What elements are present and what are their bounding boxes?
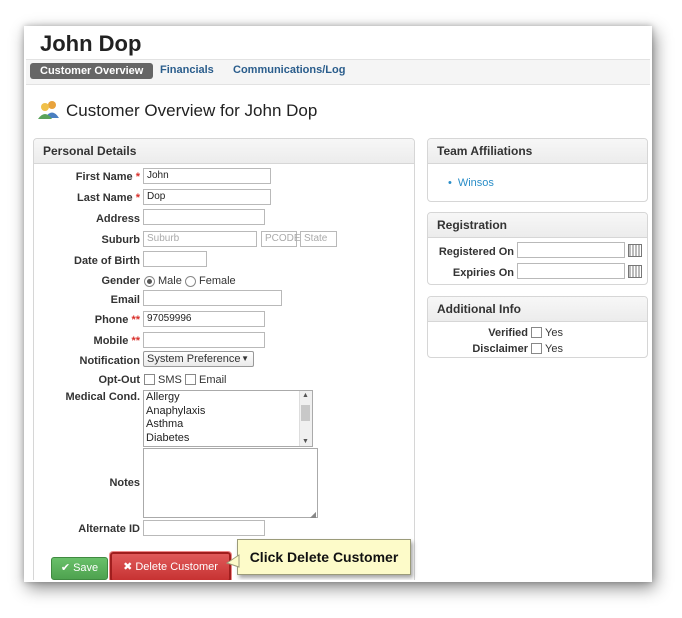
- delete-customer-button[interactable]: ✖ Delete Customer: [110, 552, 231, 580]
- notification-select[interactable]: System Preference ▼: [143, 351, 254, 367]
- registration-title: Registration: [428, 213, 647, 238]
- resize-handle-icon[interactable]: ◢: [310, 510, 316, 519]
- suburb-label: Suburb: [101, 234, 141, 246]
- opt-out-sms-checkbox[interactable]: [144, 374, 155, 385]
- notes-label: Notes: [109, 477, 140, 489]
- scroll-up-icon[interactable]: ▲: [302, 392, 309, 399]
- disclaimer-label: Disclaimer: [472, 343, 528, 355]
- state-field[interactable]: State: [300, 231, 337, 247]
- gender-label: Gender: [101, 275, 140, 287]
- first-name-field[interactable]: John: [143, 168, 271, 184]
- registered-on-label: Registered On: [438, 246, 514, 258]
- disclaimer-yes-label: Yes: [545, 343, 563, 355]
- list-scrollbar[interactable]: ▲ ▼: [299, 391, 312, 446]
- first-name-label: First Name *: [75, 171, 140, 183]
- opt-out-email-checkbox[interactable]: [185, 374, 196, 385]
- opt-out-label: Opt-Out: [98, 374, 140, 386]
- personal-details-panel: Personal Details First Name * John Last …: [33, 138, 415, 580]
- notification-value: System Preference: [147, 353, 241, 365]
- registration-panel: Registration Registered On Expiries On: [427, 212, 648, 285]
- phone-field[interactable]: 97059996: [143, 311, 265, 327]
- email-label: Email: [110, 294, 140, 306]
- list-item[interactable]: Diabetes: [144, 432, 312, 446]
- gender-female-label: Female: [199, 275, 236, 287]
- address-field[interactable]: [143, 209, 265, 225]
- list-item[interactable]: Anaphylaxis: [144, 405, 312, 419]
- list-item: • Winsos: [448, 177, 494, 189]
- opt-out-sms-label: SMS: [158, 374, 182, 386]
- overview-heading-text: Customer Overview for John Dop: [66, 100, 318, 120]
- opt-out-email-label: Email: [199, 374, 227, 386]
- alternate-id-field[interactable]: [143, 520, 265, 536]
- instruction-callout: Click Delete Customer: [237, 539, 411, 575]
- registered-on-field[interactable]: [517, 242, 625, 258]
- alternate-id-label: Alternate ID: [78, 523, 140, 535]
- team-affiliations-panel: Team Affiliations • Winsos: [427, 138, 648, 202]
- page-title: John Dop: [40, 31, 142, 56]
- tab-bar: Customer Overview Financials Communicati…: [26, 59, 650, 85]
- notes-textarea[interactable]: ◢: [143, 448, 318, 519]
- tab-customer-overview[interactable]: Customer Overview: [30, 63, 154, 79]
- medical-conditions-list[interactable]: Allergy Anaphylaxis Asthma Diabetes ▲ ▼: [143, 390, 313, 447]
- address-label: Address: [95, 213, 140, 225]
- suburb-field[interactable]: Suburb: [143, 231, 257, 247]
- verified-checkbox[interactable]: [531, 327, 542, 338]
- callout-pointer: [226, 554, 240, 568]
- gender-male-radio[interactable]: [144, 276, 155, 287]
- scroll-thumb[interactable]: [301, 405, 310, 421]
- customer-page: John Dop Customer Overview Financials Co…: [26, 27, 650, 580]
- email-field[interactable]: [143, 290, 282, 306]
- dob-label: Date of Birth: [74, 255, 140, 267]
- expiries-on-label: Expiries On: [452, 267, 514, 279]
- last-name-field[interactable]: Dop: [143, 189, 271, 205]
- team-link[interactable]: Winsos: [458, 177, 494, 189]
- scroll-down-icon[interactable]: ▼: [302, 438, 309, 445]
- check-icon: ✔: [60, 562, 71, 574]
- list-item[interactable]: Asthma: [144, 418, 312, 432]
- mobile-label: Mobile **: [93, 335, 140, 347]
- additional-info-title: Additional Info: [428, 297, 647, 322]
- dob-field[interactable]: [143, 251, 207, 267]
- team-affiliations-title: Team Affiliations: [428, 139, 647, 164]
- gender-female-radio[interactable]: [185, 276, 196, 287]
- chevron-down-icon: ▼: [241, 354, 249, 363]
- verified-label: Verified: [488, 327, 528, 339]
- notification-label: Notification: [79, 355, 141, 367]
- save-button[interactable]: ✔ Save: [51, 557, 108, 580]
- users-icon: [38, 99, 60, 124]
- list-item[interactable]: Allergy: [144, 391, 312, 405]
- postcode-field[interactable]: PCODE: [261, 231, 301, 247]
- verified-yes-label: Yes: [545, 327, 563, 339]
- personal-details-title: Personal Details: [34, 139, 414, 164]
- last-name-label: Last Name *: [77, 192, 140, 204]
- close-icon: ✖: [123, 561, 133, 573]
- mobile-field[interactable]: [143, 332, 265, 348]
- additional-info-panel: Additional Info Verified Yes Disclaimer …: [427, 296, 648, 358]
- calendar-icon[interactable]: [628, 265, 642, 278]
- calendar-icon[interactable]: [628, 244, 642, 257]
- expiries-on-field[interactable]: [517, 263, 625, 279]
- medical-label: Medical Cond.: [65, 391, 140, 403]
- tab-financials[interactable]: Financials: [160, 64, 214, 76]
- overview-heading: Customer Overview for John Dop: [38, 99, 317, 124]
- tab-communications-log[interactable]: Communications/Log: [233, 64, 345, 76]
- disclaimer-checkbox[interactable]: [531, 343, 542, 354]
- gender-male-label: Male: [158, 275, 182, 287]
- phone-label: Phone **: [94, 314, 140, 326]
